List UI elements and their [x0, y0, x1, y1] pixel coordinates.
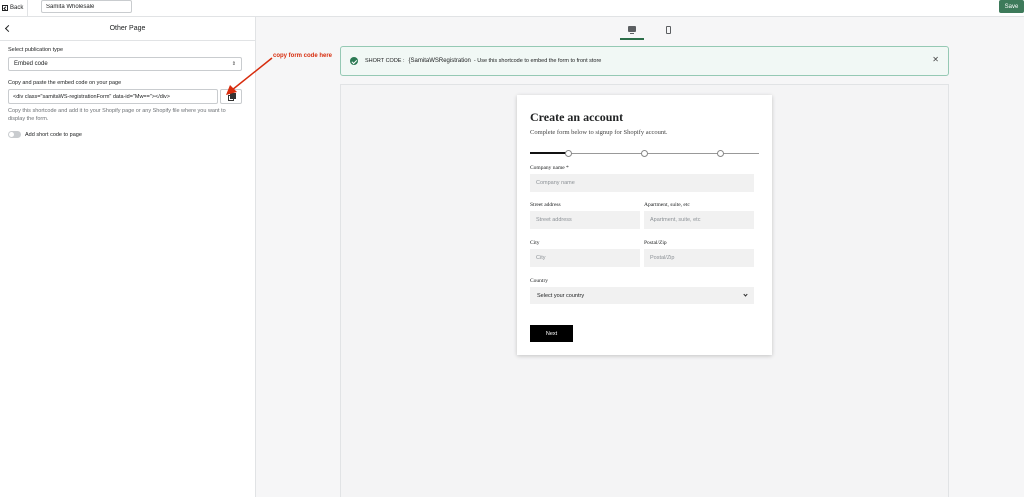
- mobile-view-button[interactable]: [656, 20, 680, 40]
- publication-type-label: Select publication type: [8, 47, 64, 53]
- device-switcher: [620, 20, 680, 40]
- back-button[interactable]: Back: [2, 2, 23, 14]
- apartment-label: Apartment, suite, etc: [644, 202, 690, 208]
- short-code-toggle[interactable]: [8, 131, 21, 138]
- short-code-toggle-row: Add short code to page: [8, 131, 82, 138]
- embed-code-field[interactable]: <div class="samitaWS-registrationForm" d…: [8, 89, 218, 104]
- step-progress: [530, 148, 759, 158]
- company-label: Company name *: [530, 165, 569, 171]
- company-input[interactable]: Company name: [530, 174, 754, 192]
- country-select[interactable]: Select your country: [530, 287, 754, 304]
- city-label: City: [530, 240, 540, 246]
- apartment-input[interactable]: Apartment, suite, etc: [644, 211, 754, 229]
- annotation-arrow-icon: [226, 57, 273, 95]
- close-icon[interactable]: ✕: [932, 56, 939, 64]
- save-button[interactable]: Save: [999, 0, 1024, 13]
- step-dot: [565, 149, 572, 157]
- form-subtitle: Complete form below to signup for Shopif…: [530, 129, 668, 136]
- postal-input[interactable]: Postal/Zip: [644, 249, 754, 267]
- desktop-view-button[interactable]: [620, 20, 644, 40]
- back-label: Back: [10, 5, 24, 11]
- banner-code: {SamitaWSRegistration: [408, 58, 471, 64]
- country-label: Country: [530, 278, 549, 284]
- progress-fill: [530, 152, 568, 154]
- country-value: Select your country: [537, 292, 585, 299]
- top-bar: Back Save: [0, 0, 1024, 17]
- help-text: Copy this shortcode and add it to your S…: [8, 108, 226, 122]
- postal-label: Postal/Zip: [644, 240, 667, 246]
- mobile-icon: [665, 26, 671, 34]
- panel-title: Other Page: [109, 25, 146, 32]
- form-title: Create an account: [530, 110, 624, 124]
- chevron-down-icon: [743, 292, 748, 297]
- banner-prefix: SHORT CODE :: [365, 58, 405, 64]
- app-name-field[interactable]: [41, 0, 132, 13]
- exit-icon: [2, 5, 8, 11]
- step-dot: [717, 149, 724, 157]
- check-circle-icon: [350, 57, 358, 65]
- panel-header: Other Page: [0, 17, 255, 41]
- street-input[interactable]: Street address: [530, 211, 640, 229]
- registration-form-preview: Create an account Complete form below to…: [517, 95, 772, 355]
- embed-code-label: Copy and paste the embed code on your pa…: [8, 80, 122, 86]
- city-input[interactable]: City: [530, 249, 640, 267]
- shortcode-banner: SHORT CODE : {SamitaWSRegistration - Use…: [340, 46, 949, 76]
- street-label: Street address: [530, 202, 561, 208]
- publication-type-value: Embed code: [14, 61, 48, 67]
- step-dot: [641, 149, 648, 157]
- divider: [27, 0, 28, 17]
- annotation-text: copy form code here: [273, 53, 333, 59]
- banner-suffix: - Use this shortcode to embed the form t…: [473, 58, 602, 64]
- toggle-label: Add short code to page: [25, 131, 82, 138]
- desktop-icon: [628, 26, 636, 34]
- publication-type-select[interactable]: Embed code ⇕: [8, 57, 242, 71]
- next-button[interactable]: Next: [530, 325, 573, 342]
